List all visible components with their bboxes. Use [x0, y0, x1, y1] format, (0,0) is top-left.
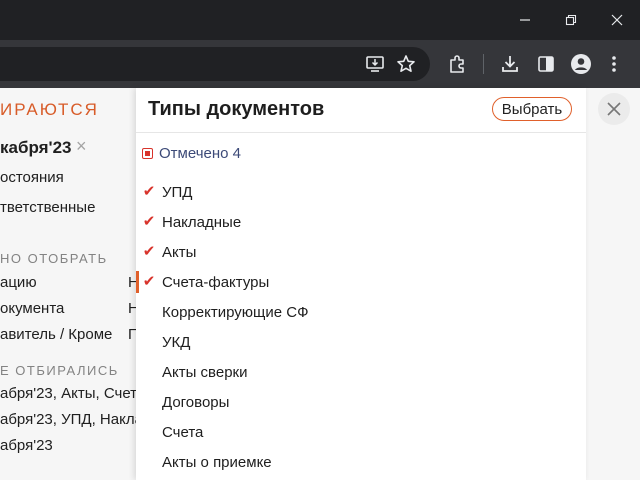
- document-types-panel: Типы документов Выбрать Отмечено 4 ✔ УПД ✔…: [136, 88, 586, 480]
- document-type-label: Корректирующие СФ: [162, 303, 309, 321]
- document-type-item[interactable]: Акты о приемке: [142, 451, 272, 473]
- document-type-item[interactable]: Счета: [142, 421, 203, 443]
- document-type-label: УПД: [162, 183, 193, 201]
- minimize-icon[interactable]: [502, 0, 548, 40]
- side-panel-icon[interactable]: [532, 50, 560, 78]
- checkbox-empty[interactable]: [142, 335, 156, 349]
- checkbox-empty[interactable]: [142, 425, 156, 439]
- checkmark-icon[interactable]: ✔: [142, 244, 156, 259]
- document-type-label: Акты: [162, 243, 197, 261]
- document-type-item[interactable]: ✔ Счета-фактуры: [142, 271, 270, 293]
- checkmark-icon[interactable]: ✔: [142, 184, 156, 199]
- restore-icon[interactable]: [548, 0, 594, 40]
- close-icon: [607, 102, 621, 116]
- checkmark-icon[interactable]: ✔: [142, 214, 156, 229]
- profile-icon[interactable]: [567, 50, 595, 78]
- document-type-label: Акты сверки: [162, 363, 248, 381]
- checkbox-empty[interactable]: [142, 305, 156, 319]
- checkbox-empty[interactable]: [142, 365, 156, 379]
- document-type-label: Счета-фактуры: [162, 273, 270, 291]
- checkbox-empty[interactable]: [142, 395, 156, 409]
- bookmark-star-icon[interactable]: [392, 50, 420, 78]
- document-type-item[interactable]: ✔ Акты: [142, 241, 197, 263]
- select-button[interactable]: Выбрать: [492, 97, 572, 121]
- document-type-item[interactable]: Договоры: [142, 391, 229, 413]
- close-panel-button[interactable]: [598, 93, 630, 125]
- browser-toolbar: [0, 40, 640, 88]
- toolbar-separator: [483, 54, 484, 74]
- checkbox-empty[interactable]: [142, 455, 156, 469]
- hover-indicator: [136, 271, 139, 293]
- document-type-label: Акты о приемке: [162, 453, 272, 471]
- panel-title: Типы документов: [148, 98, 325, 120]
- document-type-label: Счета: [162, 423, 204, 441]
- install-app-icon[interactable]: [361, 50, 389, 78]
- partial-checkbox-icon: [142, 148, 153, 159]
- more-menu-icon[interactable]: [600, 50, 628, 78]
- browser-titlebar: [0, 0, 640, 40]
- document-type-item[interactable]: ✔ Накладные: [142, 211, 241, 233]
- document-type-label: Договоры: [162, 393, 230, 411]
- document-type-item[interactable]: Корректирующие СФ: [142, 301, 308, 323]
- downloads-icon[interactable]: [496, 50, 524, 78]
- divider: [136, 132, 586, 133]
- document-type-label: Накладные: [162, 213, 242, 231]
- document-type-label: УКД: [162, 333, 191, 351]
- document-type-item[interactable]: УКД: [142, 331, 190, 353]
- marked-count-label: Отмечено 4: [159, 145, 241, 162]
- extensions-icon[interactable]: [443, 50, 471, 78]
- document-type-item[interactable]: Акты сверки: [142, 361, 247, 383]
- checkmark-icon[interactable]: ✔: [142, 274, 156, 289]
- marked-count[interactable]: Отмечено 4: [142, 145, 241, 162]
- close-icon[interactable]: [594, 0, 640, 40]
- document-type-item[interactable]: ✔ УПД: [142, 181, 193, 203]
